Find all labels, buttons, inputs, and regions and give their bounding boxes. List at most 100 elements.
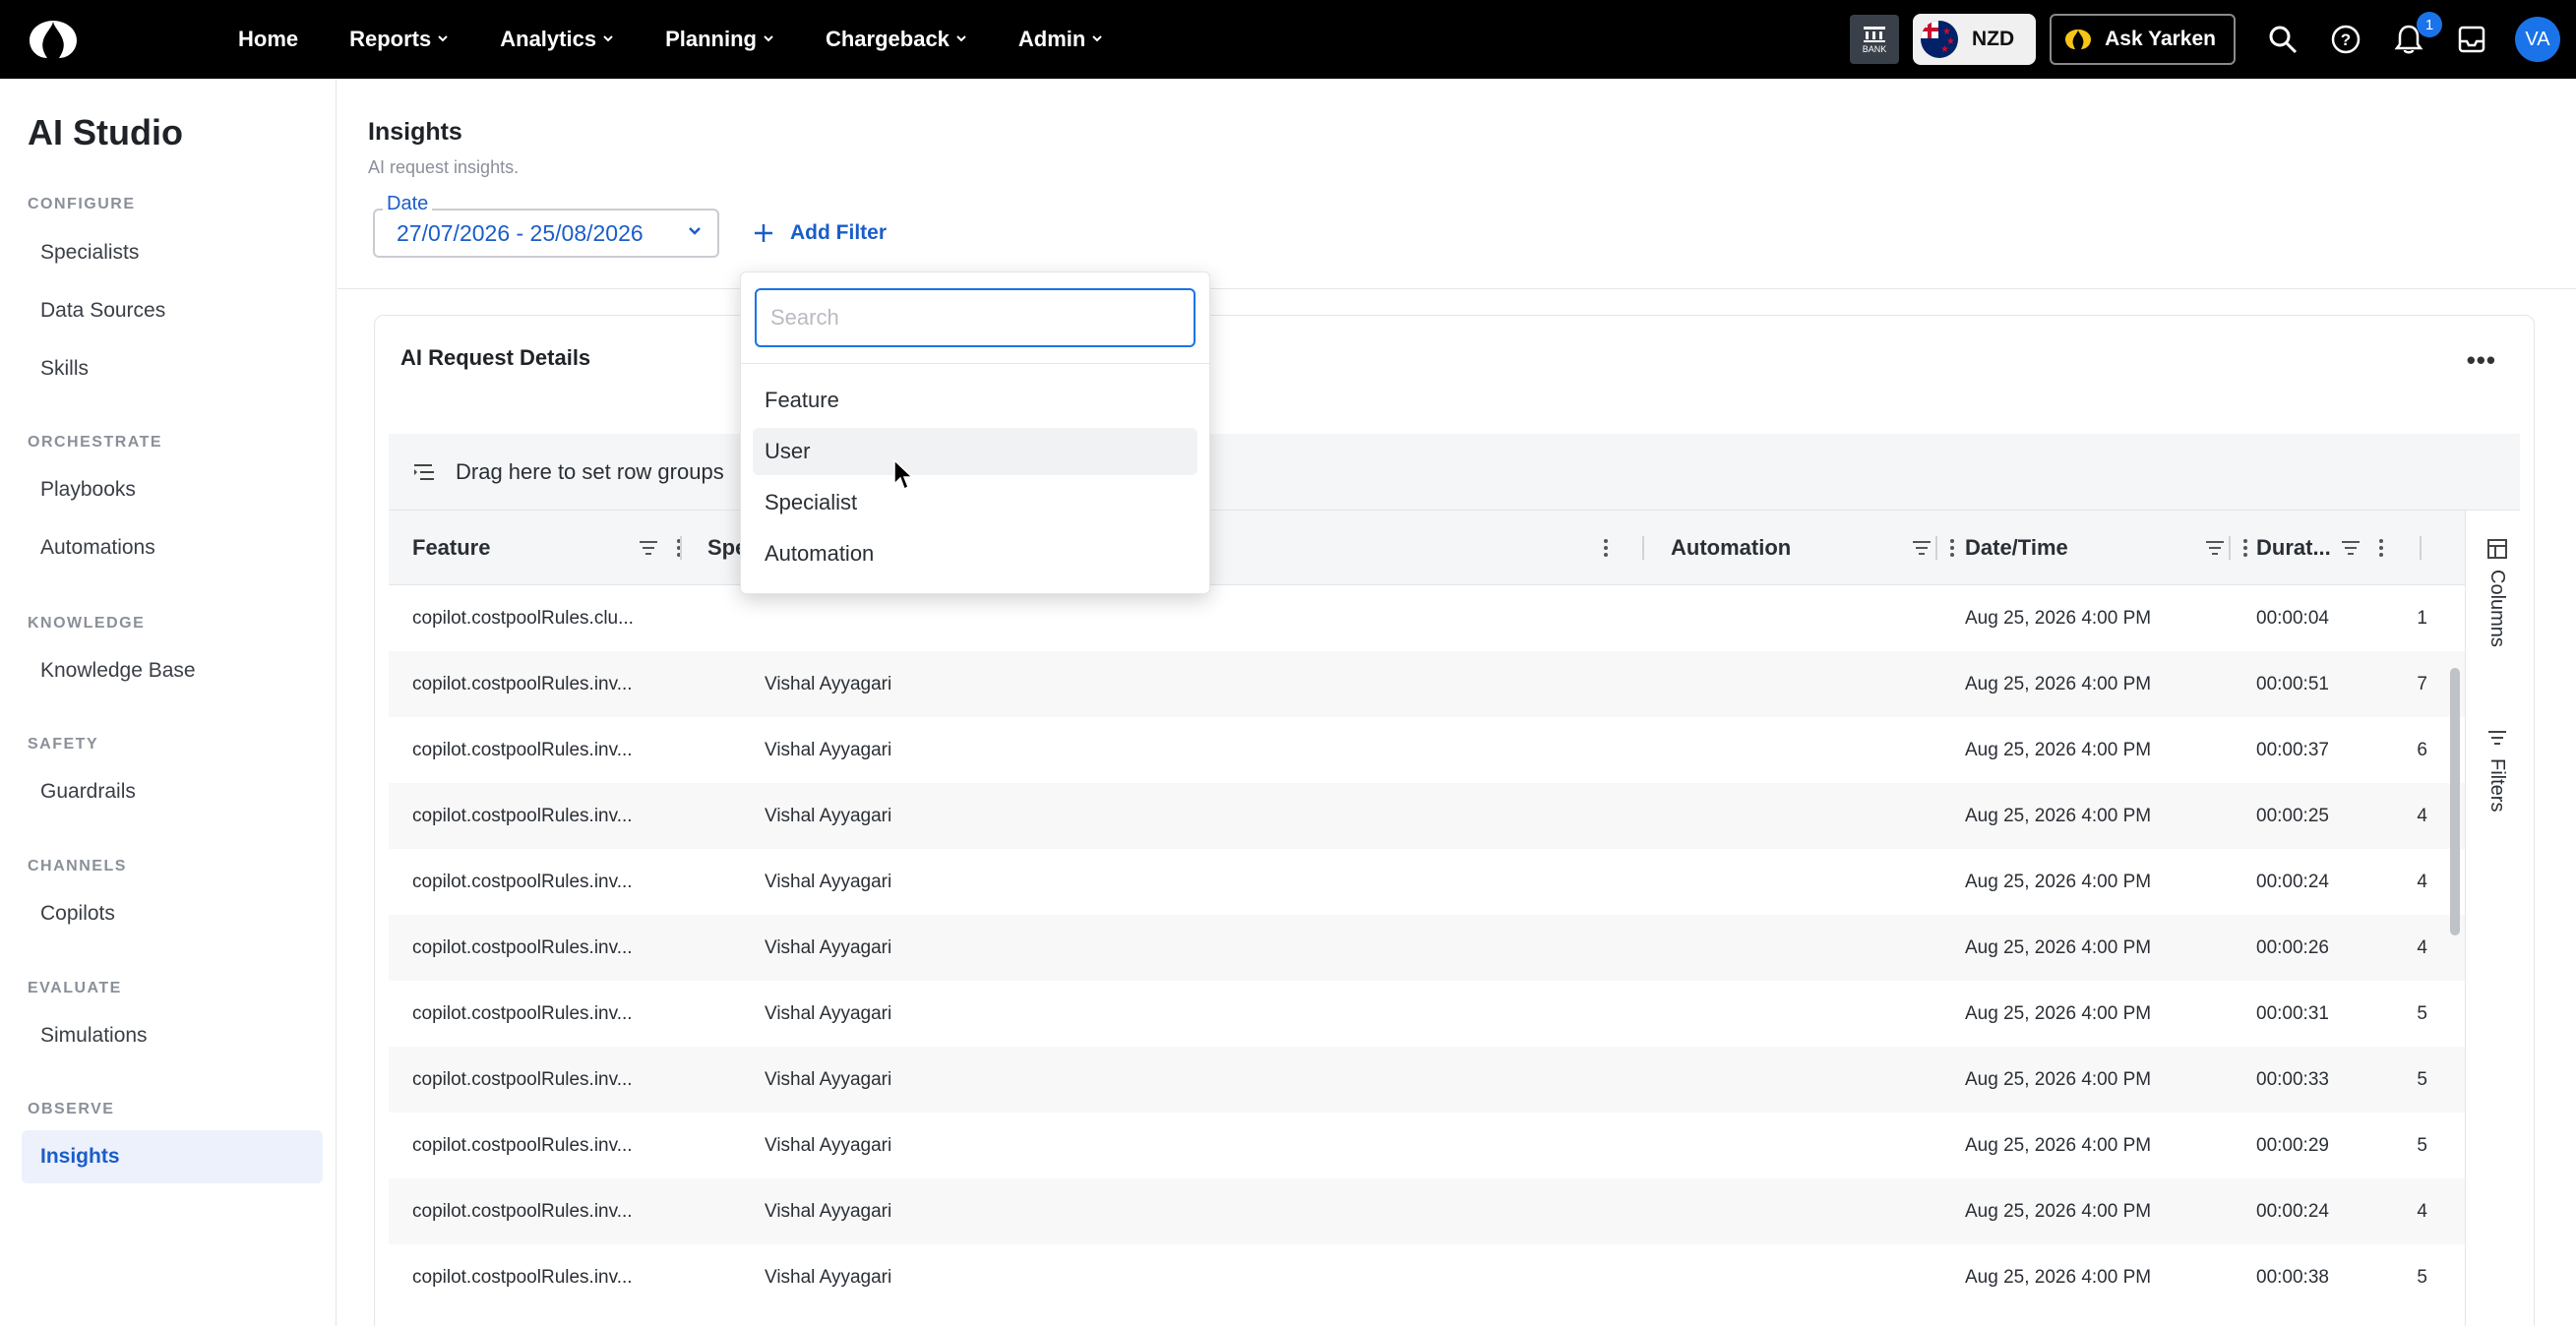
add-filter-label: Add Filter	[790, 221, 887, 244]
column-menu-icon[interactable]	[674, 536, 684, 560]
sidebar-item-knowledge-base[interactable]: Knowledge Base	[22, 644, 323, 697]
table-row[interactable]: copilot.costpoolRules.inv... Vishal Ayyag…	[389, 915, 2465, 981]
currency-selector-button[interactable]: ★ ★ ★ NZD	[1912, 14, 2037, 65]
ai-request-details-card: AI Request Details ••• Drag here to set …	[374, 315, 2535, 1326]
section-label-configure: CONFIGURE	[28, 196, 136, 212]
column-separator[interactable]	[1642, 536, 1644, 560]
company-logo-icon[interactable]	[14, 0, 92, 79]
sidebar-item-automations[interactable]: Automations	[22, 521, 323, 574]
duration-cell: 00:00:24	[2256, 1200, 2329, 1222]
section-label-evaluate: EVALUATE	[28, 980, 122, 996]
filter-option-specialist[interactable]: Specialist	[753, 479, 1197, 526]
nav-item-chargeback[interactable]: Chargeback	[826, 27, 967, 52]
nav-item-home[interactable]: Home	[238, 27, 298, 52]
column-separator[interactable]	[680, 536, 682, 560]
user-cell: Vishal Ayyagari	[765, 1134, 892, 1156]
column-separator[interactable]	[2229, 536, 2231, 560]
datetime-cell: Aug 25, 2026 4:00 PM	[1965, 739, 2152, 760]
filter-icon[interactable]	[2339, 536, 2362, 560]
filter-search-input[interactable]	[755, 288, 1196, 347]
filters-panel-tab[interactable]: Filters	[2485, 727, 2508, 812]
card-title: AI Request Details	[400, 345, 591, 370]
filter-option-automation[interactable]: Automation	[753, 530, 1197, 577]
column-menu-icon[interactable]	[1947, 536, 1957, 560]
help-icon[interactable]: ?	[2326, 20, 2365, 59]
table-row[interactable]: copilot.costpoolRules.inv... Vishal Ayyag…	[389, 1047, 2465, 1113]
datetime-cell: Aug 25, 2026 4:00 PM	[1965, 1134, 2152, 1156]
user-cell: Vishal Ayyagari	[765, 805, 892, 826]
row-group-drop-zone[interactable]: Drag here to set row groups	[389, 434, 2520, 511]
sidebar-item-specialists[interactable]: Specialists	[22, 226, 323, 279]
bank-label: BANK	[1862, 44, 1887, 54]
columns-panel-tab[interactable]: Columns	[2485, 538, 2508, 647]
filter-option-user[interactable]: User	[753, 428, 1197, 475]
nav-item-reports[interactable]: Reports	[349, 27, 449, 52]
column-menu-icon[interactable]	[2240, 536, 2250, 560]
sidebar-item-insights[interactable]: Insights	[22, 1130, 323, 1183]
row-group-icon	[414, 463, 434, 480]
table-row[interactable]: copilot.costpoolRules.inv... Vishal Ayyag…	[389, 849, 2465, 915]
user-cell: Vishal Ayyagari	[765, 1200, 892, 1222]
table-row[interactable]: copilot.costpoolRules.inv... Vishal Ayyag…	[389, 651, 2465, 717]
sidebar-item-copilots[interactable]: Copilots	[22, 887, 323, 940]
sidebar-item-skills[interactable]: Skills	[22, 342, 323, 395]
filter-icon[interactable]	[1910, 536, 1933, 560]
sidebar-item-playbooks[interactable]: Playbooks	[22, 463, 323, 516]
table-row[interactable]: copilot.costpoolRules.inv... Vishal Ayyag…	[389, 1113, 2465, 1178]
column-header-feature[interactable]: Feature	[412, 511, 490, 585]
search-icon[interactable]	[2263, 20, 2302, 59]
user-avatar[interactable]: VA	[2515, 17, 2560, 62]
request-count-cell: 5	[2417, 1068, 2427, 1090]
user-column-controls	[1601, 536, 1611, 560]
column-header-automation[interactable]: Automation	[1671, 511, 1791, 585]
column-header-duration[interactable]: Durat...	[2256, 511, 2331, 585]
duration-cell: 00:00:33	[2256, 1068, 2329, 1090]
datetime-cell: Aug 25, 2026 4:00 PM	[1965, 1068, 2152, 1090]
inbox-icon[interactable]	[2452, 20, 2491, 59]
table-row[interactable]: copilot.costpoolRules.inv... Vishal Ayyag…	[389, 717, 2465, 783]
duration-cell: 00:00:29	[2256, 1134, 2329, 1156]
table-row[interactable]: copilot.costpoolRules.clu... Aug 25, 2026…	[389, 585, 2465, 651]
sidebar-item-guardrails[interactable]: Guardrails	[22, 765, 323, 818]
duration-cell: 00:00:38	[2256, 1266, 2329, 1288]
request-count-cell: 6	[2417, 739, 2427, 760]
duration-cell: 00:00:24	[2256, 871, 2329, 892]
feature-cell: copilot.costpoolRules.inv...	[412, 1134, 633, 1156]
filter-icon[interactable]	[637, 536, 660, 560]
column-separator[interactable]	[2420, 536, 2422, 560]
feature-column-controls	[637, 536, 684, 560]
feature-cell: copilot.costpoolRules.inv...	[412, 673, 633, 694]
bank-icon[interactable]: BANK	[1849, 15, 1899, 64]
table-row[interactable]: copilot.costpoolRules.inv... Vishal Ayyag…	[389, 1244, 2465, 1310]
table-row[interactable]: copilot.costpoolRules.inv... Vishal Ayyag…	[389, 783, 2465, 849]
request-count-cell: 7	[2417, 673, 2427, 694]
more-options-icon[interactable]: •••	[2467, 345, 2496, 376]
column-menu-icon[interactable]	[1601, 536, 1611, 560]
top-right-controls: BANK ★ ★ ★ NZD Ask Yarken ? 1 VA	[1849, 0, 2576, 79]
column-menu-icon[interactable]	[2376, 536, 2386, 560]
sidebar-item-data-sources[interactable]: Data Sources	[22, 284, 323, 337]
date-range-picker[interactable]: Date 27/07/2026 - 25/08/2026	[373, 193, 719, 258]
nav-item-admin[interactable]: Admin	[1018, 27, 1103, 52]
table-scrollbar-thumb[interactable]	[2450, 668, 2460, 935]
feature-cell: copilot.costpoolRules.inv...	[412, 1002, 633, 1024]
ask-yarken-button[interactable]: Ask Yarken	[2050, 14, 2236, 65]
app-title: AI Studio	[28, 112, 183, 152]
column-header-datetime[interactable]: Date/Time	[1965, 511, 2068, 585]
nav-item-label: Admin	[1017, 27, 1086, 51]
table-row[interactable]: copilot.costpoolRules.inv... Vishal Ayyag…	[389, 981, 2465, 1047]
filter-option-feature[interactable]: Feature	[753, 377, 1197, 424]
nav-item-analytics[interactable]: Analytics	[500, 27, 614, 52]
filter-icon[interactable]	[2203, 536, 2227, 560]
nav-item-label: Home	[238, 27, 299, 51]
add-filter-button[interactable]: Add Filter	[753, 221, 887, 245]
nav-item-planning[interactable]: Planning	[665, 27, 774, 52]
column-separator[interactable]	[1935, 536, 1937, 560]
table-row[interactable]: copilot.costpoolRules.inv... Vishal Ayyag…	[389, 1178, 2465, 1244]
notifications-bell-icon[interactable]: 1	[2389, 12, 2442, 59]
feature-cell: copilot.costpoolRules.inv...	[412, 739, 633, 760]
currency-label: NZD	[1971, 28, 2015, 50]
datetime-cell: Aug 25, 2026 4:00 PM	[1965, 936, 2152, 958]
section-label-channels: CHANNELS	[28, 858, 127, 874]
sidebar-item-simulations[interactable]: Simulations	[22, 1009, 323, 1062]
